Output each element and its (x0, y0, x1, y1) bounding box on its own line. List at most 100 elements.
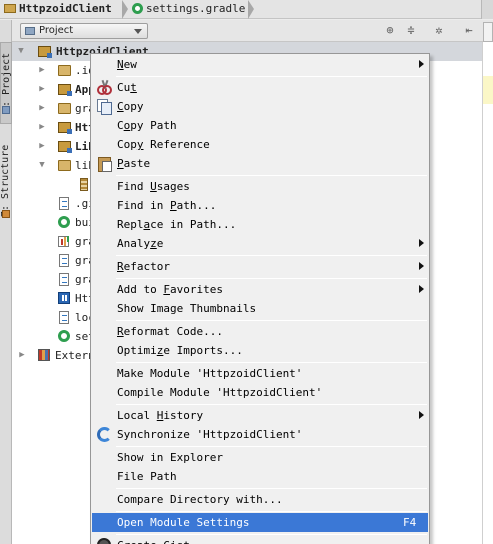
file-icon (59, 273, 69, 286)
menu-item-label: Reformat Code... (117, 325, 223, 338)
expand-toggle-icon[interactable]: ▶ (37, 61, 47, 80)
cut-icon (97, 79, 112, 95)
menu-item-label: Optimize Imports... (117, 344, 243, 357)
editor-area[interactable] (482, 42, 493, 544)
menu-separator (116, 278, 427, 279)
submenu-arrow-icon (419, 262, 424, 270)
menu-item-synchronize[interactable]: Synchronize 'HttpzoidClient' (92, 425, 428, 444)
folder-icon (58, 103, 71, 114)
menu-item-label: Analyze (117, 237, 164, 250)
menu-item-make-module[interactable]: Make Module 'HttpzoidClient' (92, 364, 428, 383)
expand-toggle-icon[interactable]: ▶ (37, 118, 47, 137)
menu-item-copy-path[interactable]: Copy Path (92, 116, 428, 135)
github-icon (97, 538, 111, 544)
menu-item-label: Create Gist... (117, 536, 210, 544)
chevron-down-icon (134, 29, 142, 34)
menu-item-open-module-settings[interactable]: Open Module Settings F4 (92, 513, 428, 532)
breadcrumb-item-settings-gradle[interactable]: settings.gradle (128, 0, 254, 19)
target-icon[interactable]: ⊕ (383, 23, 397, 37)
collapse-icon[interactable]: ≑ (404, 23, 418, 37)
menu-item-label: Find in Path... (117, 199, 217, 212)
breadcrumb-label: HttpzoidClient (19, 2, 112, 15)
menu-item-label: Local History (117, 409, 204, 422)
menu-separator (116, 320, 427, 321)
menu-item-find-in-path[interactable]: Find in Path... (92, 196, 428, 215)
menu-item-refactor[interactable]: Refactor (92, 257, 428, 276)
menu-item-label: Cut (117, 81, 137, 94)
project-icon (2, 106, 10, 114)
expand-toggle-icon[interactable]: ▼ (16, 42, 26, 61)
view-selector-dropdown[interactable]: Project (20, 23, 148, 39)
expand-toggle-icon[interactable]: ▶ (37, 80, 47, 99)
menu-item-label: Open Module Settings (117, 516, 250, 529)
menu-item-create-gist[interactable]: Create Gist... (92, 536, 428, 544)
menu-item-label: Add to Favorites (117, 283, 223, 296)
menu-item-local-history[interactable]: Local History (92, 406, 428, 425)
sync-icon (97, 427, 112, 442)
menu-item-label: Show Image Thumbnails (117, 302, 257, 315)
breadcrumb-label: settings.gradle (146, 2, 246, 15)
menu-item-analyze[interactable]: Analyze (92, 234, 428, 253)
navigation-button[interactable] (481, 0, 493, 19)
gradle-icon (58, 330, 70, 342)
menu-item-label: File Path (117, 470, 177, 483)
menu-separator (116, 511, 427, 512)
tool-tab-label: 1: Project (1, 52, 12, 114)
project-view-icon (25, 27, 35, 35)
submenu-arrow-icon (419, 285, 424, 293)
menu-item-show-in-explorer[interactable]: Show in Explorer (92, 448, 428, 467)
menu-item-show-image-thumbnails[interactable]: Show Image Thumbnails (92, 299, 428, 318)
expand-toggle-icon[interactable]: ▼ (37, 156, 47, 175)
menu-item-label: Copy (117, 100, 144, 113)
menu-item-label: Show in Explorer (117, 451, 223, 464)
editor-highlight (483, 76, 493, 104)
menu-item-label: Refactor (117, 260, 170, 273)
menu-item-new[interactable]: New (92, 55, 428, 74)
module-icon (58, 122, 72, 134)
context-menu: New Cut Copy Copy Path Copy Reference Pa… (90, 53, 430, 544)
file-icon (59, 197, 69, 210)
menu-item-paste[interactable]: Paste (92, 154, 428, 173)
menu-item-find-usages[interactable]: Find Usages (92, 177, 428, 196)
paste-icon (97, 155, 112, 172)
tool-tab-structure[interactable]: 7: Structure (0, 144, 12, 218)
menu-item-label: Replace in Path... (117, 218, 237, 231)
view-selector-label: Project (39, 25, 74, 36)
menu-item-add-to-favorites[interactable]: Add to Favorites (92, 280, 428, 299)
breadcrumb: HttpzoidClient settings.gradle (0, 0, 493, 19)
structure-icon (2, 210, 10, 218)
menu-item-compare-directory[interactable]: Compare Directory with... (92, 490, 428, 509)
menu-item-label: Copy Path (117, 119, 177, 132)
chart-icon (58, 236, 69, 247)
menu-item-compile-module[interactable]: Compile Module 'HttpzoidClient' (92, 383, 428, 402)
tool-window-strip: 1: Project 7: Structure (0, 20, 12, 544)
menu-item-optimize-imports[interactable]: Optimize Imports... (92, 341, 428, 360)
folder-icon (58, 65, 71, 76)
menu-separator (116, 362, 427, 363)
expand-toggle-icon[interactable]: ▶ (37, 99, 47, 118)
menu-item-label: Compile Module 'HttpzoidClient' (117, 386, 323, 399)
module-icon (38, 46, 52, 58)
file-icon (59, 254, 69, 267)
submenu-arrow-icon (419, 239, 424, 247)
menu-item-copy-reference[interactable]: Copy Reference (92, 135, 428, 154)
menu-item-label: Find Usages (117, 180, 190, 193)
gear-icon[interactable]: ✲ (432, 23, 446, 37)
menu-item-replace-in-path[interactable]: Replace in Path... (92, 215, 428, 234)
module-icon (58, 84, 72, 96)
menu-item-reformat-code[interactable]: Reformat Code... (92, 322, 428, 341)
library-icon (38, 349, 50, 361)
hide-icon[interactable]: ⇤ (462, 23, 476, 37)
menu-separator (116, 175, 427, 176)
menu-item-copy[interactable]: Copy (92, 97, 428, 116)
menu-separator (116, 488, 427, 489)
expand-toggle-icon[interactable]: ▶ (17, 346, 27, 365)
menu-item-label: Synchronize 'HttpzoidClient' (117, 428, 303, 441)
editor-tab[interactable] (483, 22, 493, 42)
gradle-icon (58, 216, 70, 228)
expand-toggle-icon[interactable]: ▶ (37, 137, 47, 156)
menu-item-file-path[interactable]: File Path (92, 467, 428, 486)
menu-item-cut[interactable]: Cut (92, 78, 428, 97)
breadcrumb-item-project[interactable]: HttpzoidClient (0, 0, 128, 19)
jar-icon (80, 178, 88, 191)
